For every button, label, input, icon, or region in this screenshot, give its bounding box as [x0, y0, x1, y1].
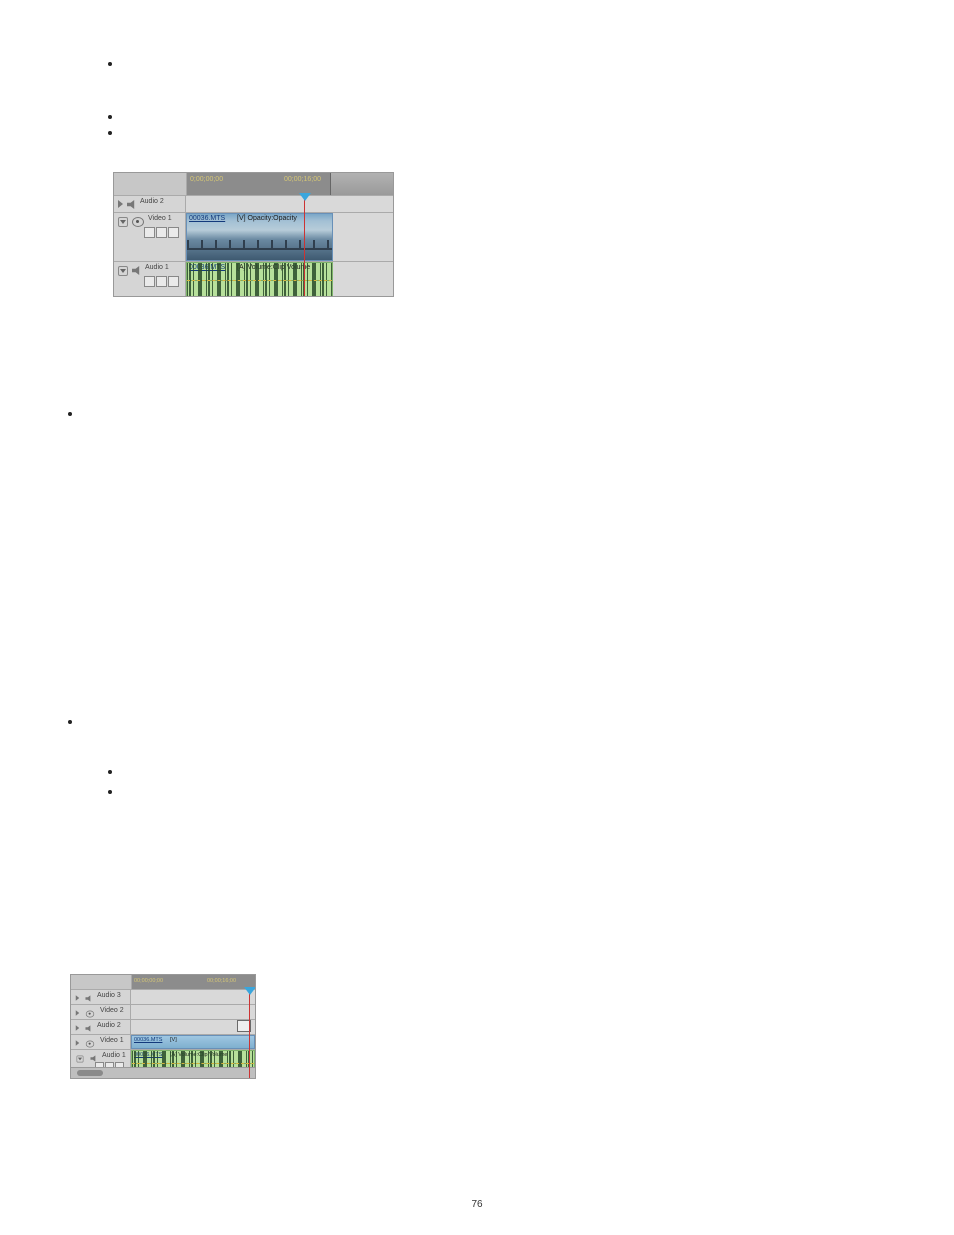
- bullet: [108, 62, 112, 66]
- track-label: Audio 2: [140, 198, 164, 205]
- snap-marker-icon[interactable]: [237, 1020, 251, 1032]
- waveform: [187, 280, 332, 297]
- volume-rubberband[interactable]: [132, 1063, 254, 1064]
- keyframe-prev-button[interactable]: [144, 227, 155, 238]
- clip-thumbnail: [187, 240, 332, 250]
- bullet: [108, 790, 112, 794]
- keyframe-toggle-button[interactable]: [156, 227, 167, 238]
- track-label: Video 2: [100, 1007, 124, 1014]
- track-label: Audio 1: [102, 1052, 126, 1059]
- collapse-icon[interactable]: [118, 266, 128, 276]
- track-body[interactable]: 00036.MTS [A] Volume:Clip Volume: [186, 262, 393, 297]
- track-label: Video 1: [148, 215, 172, 222]
- work-area-bar[interactable]: [330, 173, 393, 195]
- timeline-scroll-thumb[interactable]: [77, 1070, 103, 1076]
- ruler-tick: 0;00;00;00: [190, 176, 223, 183]
- ruler-tick: 00;00;00;00: [134, 978, 163, 984]
- clip-property-label: [V]: [170, 1037, 177, 1043]
- track-body[interactable]: [131, 1020, 255, 1034]
- speaker-icon[interactable]: [90, 1055, 96, 1061]
- bullet: [108, 131, 112, 135]
- track-body[interactable]: 00036.MTS [V] Opacity:Opacity: [186, 213, 393, 261]
- keyframe-next-button[interactable]: [168, 276, 179, 287]
- eye-icon[interactable]: [86, 1011, 94, 1018]
- keyframe-next-button[interactable]: [168, 227, 179, 238]
- expand-icon[interactable]: [76, 1040, 80, 1046]
- bullet: [68, 412, 72, 416]
- volume-rubberband[interactable]: [187, 280, 332, 281]
- expand-icon[interactable]: [76, 1010, 80, 1016]
- track-header[interactable]: Video 1: [71, 1035, 131, 1049]
- eye-icon[interactable]: [132, 217, 144, 227]
- keyframe-prev-button[interactable]: [144, 276, 155, 287]
- video-clip[interactable]: 00036.MTS [V] Opacity:Opacity: [186, 213, 333, 261]
- track-video-1[interactable]: Video 1 00036.MTS [V]: [71, 1035, 255, 1050]
- track-header[interactable]: Video 1: [114, 213, 186, 261]
- track-body[interactable]: [186, 196, 393, 212]
- speaker-icon[interactable]: [132, 266, 141, 275]
- track-header[interactable]: Audio 1: [114, 262, 186, 297]
- track-audio-2[interactable]: Audio 2: [114, 196, 393, 213]
- expand-icon[interactable]: [76, 995, 80, 1001]
- track-header[interactable]: Video 2: [71, 1005, 131, 1019]
- track-body[interactable]: [131, 1005, 255, 1019]
- track-header-spacer: [71, 975, 132, 989]
- track-audio-2[interactable]: Audio 2: [71, 1020, 255, 1035]
- track-label: Audio 2: [97, 1022, 121, 1029]
- track-video-2[interactable]: Video 2: [71, 1005, 255, 1020]
- audio-clip[interactable]: 00036.MTS [A] Volume:Clip Volume: [186, 262, 333, 297]
- speaker-icon[interactable]: [85, 1025, 91, 1031]
- bullet: [108, 770, 112, 774]
- track-audio-3[interactable]: Audio 3: [71, 990, 255, 1005]
- collapse-icon[interactable]: [77, 1056, 84, 1063]
- collapse-icon[interactable]: [118, 217, 128, 227]
- ruler-tick: 00;00;16;00: [284, 176, 321, 183]
- clip-filename: 00036.MTS: [189, 215, 225, 222]
- track-label: Audio 3: [97, 992, 121, 999]
- timeline-header: 00;00;00;00 00;00;16;00: [71, 975, 255, 990]
- expand-icon[interactable]: [76, 1025, 80, 1031]
- track-video-1[interactable]: Video 1 00036.MTS [V] Opacity:Opacity: [114, 213, 393, 262]
- keyframe-toggle-button[interactable]: [156, 276, 167, 287]
- track-audio-1[interactable]: Audio 1 00036.MTS [A] Volume:Clip Volume: [114, 262, 393, 297]
- eye-icon[interactable]: [86, 1041, 94, 1048]
- timeline-panel-2[interactable]: 00;00;00;00 00;00;16;00 Audio 3 Video 2 …: [70, 974, 256, 1079]
- track-header[interactable]: Audio 2: [114, 196, 186, 212]
- clip-property-label: [V] Opacity:Opacity: [237, 215, 297, 222]
- speaker-icon[interactable]: [127, 200, 136, 209]
- track-header-spacer: [114, 173, 187, 195]
- track-label: Audio 1: [145, 264, 169, 271]
- clip-filename: 00036.MTS: [134, 1037, 162, 1043]
- track-header[interactable]: Audio 3: [71, 990, 131, 1004]
- time-ruler[interactable]: 00;00;00;00 00;00;16;00: [132, 975, 255, 989]
- waveform: [187, 263, 332, 281]
- expand-icon[interactable]: [118, 200, 123, 208]
- bullet: [68, 720, 72, 724]
- track-body[interactable]: 00036.MTS [V]: [131, 1035, 255, 1049]
- track-header[interactable]: Audio 2: [71, 1020, 131, 1034]
- page-number: 76: [0, 1199, 954, 1210]
- timeline-scrollbar[interactable]: [71, 1067, 255, 1078]
- track-label: Video 1: [100, 1037, 124, 1044]
- bullet: [108, 115, 112, 119]
- ruler-tick: 00;00;16;00: [207, 978, 236, 984]
- video-clip[interactable]: 00036.MTS [V]: [131, 1035, 255, 1049]
- timeline-header: 0;00;00;00 00;00;16;00 00;00;32;00: [114, 173, 393, 196]
- document-page: { "page": { "number": "76" }, "timeline1…: [0, 0, 954, 1235]
- track-body[interactable]: [131, 990, 255, 1004]
- speaker-icon[interactable]: [85, 995, 91, 1001]
- timeline-panel-1[interactable]: 0;00;00;00 00;00;16;00 00;00;32;00 Audio…: [113, 172, 394, 297]
- time-ruler[interactable]: 0;00;00;00 00;00;16;00 00;00;32;00: [187, 173, 393, 195]
